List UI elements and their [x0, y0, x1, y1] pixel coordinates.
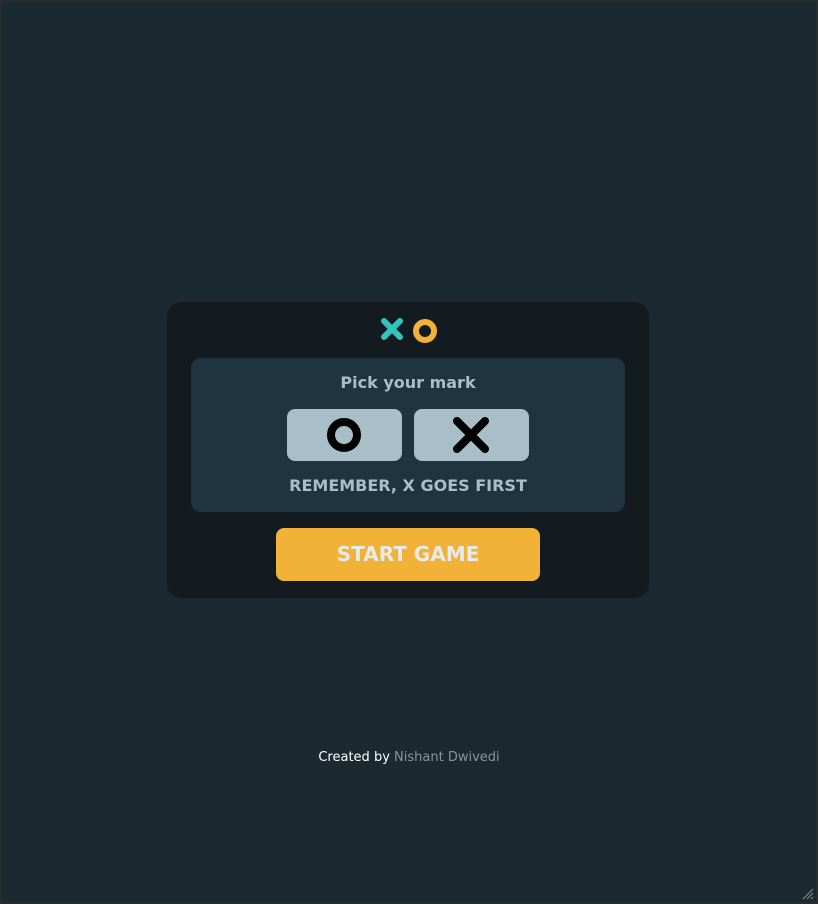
- x-mark-icon: [381, 318, 403, 340]
- xo-logo: [381, 318, 437, 343]
- o-mark-icon: [327, 418, 361, 452]
- credit-prefix: Created by: [318, 750, 390, 765]
- new-game-card: Pick your mark REMEMBER, X GOES FIRST ST…: [167, 302, 649, 598]
- start-game-button[interactable]: START GAME: [276, 528, 540, 581]
- pick-x-button[interactable]: [414, 409, 529, 461]
- resize-grip-icon[interactable]: [802, 888, 814, 900]
- x-mark-icon: [453, 417, 489, 453]
- pick-o-button[interactable]: [287, 409, 402, 461]
- author-link[interactable]: Nishant Dwivedi: [394, 750, 500, 765]
- footer-credit: Created by Nishant Dwivedi: [2, 750, 816, 766]
- app-window: Pick your mark REMEMBER, X GOES FIRST ST…: [0, 0, 818, 904]
- mark-picker-panel: Pick your mark REMEMBER, X GOES FIRST: [191, 358, 625, 512]
- o-mark-icon: [413, 319, 437, 343]
- x-goes-first-note: REMEMBER, X GOES FIRST: [289, 476, 527, 495]
- pick-mark-title: Pick your mark: [340, 373, 476, 392]
